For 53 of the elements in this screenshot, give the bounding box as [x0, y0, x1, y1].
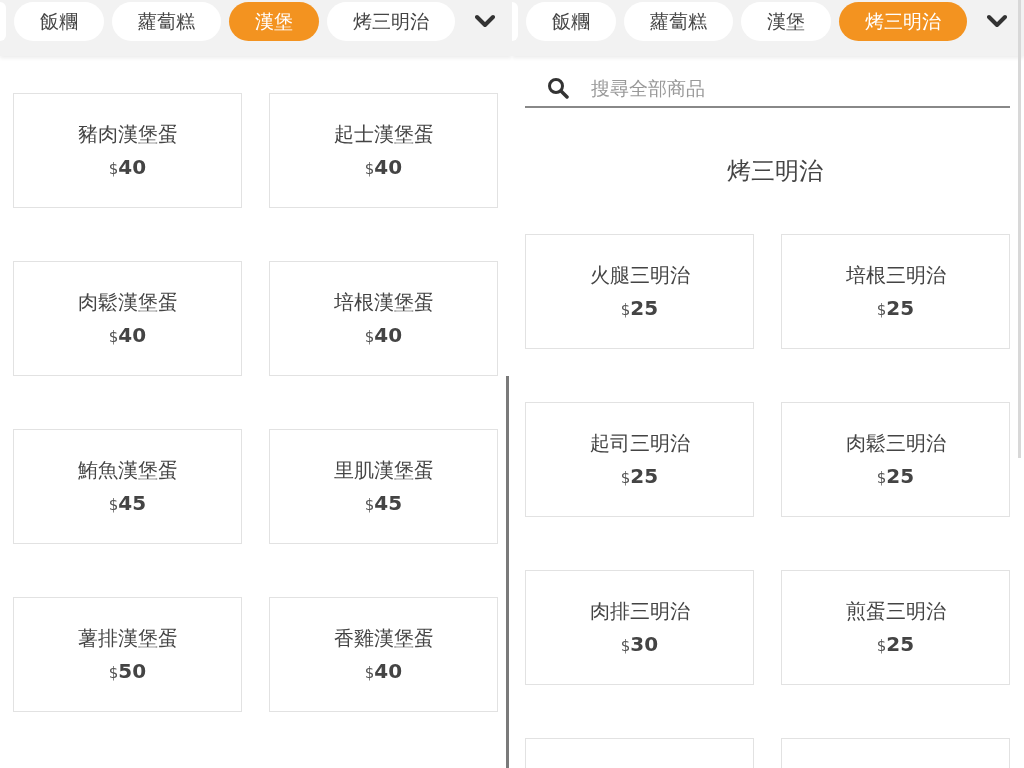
- category-heading: 烤三明治: [725, 156, 824, 186]
- product-price: $40: [364, 659, 403, 685]
- product-name: 培根三明治: [845, 262, 946, 288]
- category-tab[interactable]: 蘿蔔糕: [112, 2, 221, 41]
- product-price: $40: [364, 155, 403, 181]
- product-name: 香雞漢堡蛋: [333, 625, 434, 651]
- product-price: $25: [620, 464, 659, 490]
- product-card[interactable]: 起士漢堡蛋 $40: [269, 93, 498, 208]
- category-tab[interactable]: 烤三明治: [327, 2, 455, 41]
- product-card[interactable]: 培根漢堡蛋 $40: [269, 261, 498, 376]
- product-price: $25: [620, 296, 659, 322]
- product-name: 薯排漢堡蛋: [77, 625, 178, 651]
- product-card[interactable]: 肉排三明治 $30: [525, 570, 754, 685]
- category-tab[interactable]: 蘿蔔糕: [624, 2, 733, 41]
- product-name: 煎蛋三明治: [845, 598, 946, 624]
- product-price: $40: [364, 323, 403, 349]
- product-price: $25: [876, 296, 915, 322]
- product-price: $45: [364, 491, 403, 517]
- product-card[interactable]: 火腿三明治 $25: [525, 234, 754, 349]
- product-price: $40: [108, 323, 147, 349]
- product-price: $25: [876, 464, 915, 490]
- product-card[interactable]: 煎蛋三明治 $25: [781, 570, 1010, 685]
- product-card[interactable]: 肉鬆漢堡蛋 $40: [13, 261, 242, 376]
- product-name: 豬肉漢堡蛋: [77, 121, 178, 147]
- product-name: 起司三明治: [589, 430, 690, 456]
- product-price: $30: [620, 632, 659, 658]
- product-price: $45: [108, 491, 147, 517]
- product-name: 肉鬆漢堡蛋: [77, 289, 178, 315]
- chevron-down-icon[interactable]: [475, 14, 495, 28]
- category-tab[interactable]: 漢堡: [741, 2, 831, 41]
- chevron-down-icon[interactable]: [987, 14, 1007, 28]
- product-name: 起士漢堡蛋: [333, 121, 434, 147]
- product-name: 火腿三明治: [589, 262, 690, 288]
- product-card[interactable]: 培根三明治 $25: [781, 234, 1010, 349]
- product-name: 里肌漢堡蛋: [333, 457, 434, 483]
- product-card[interactable]: 里肌漢堡蛋 $45: [269, 429, 498, 544]
- product-card[interactable]: 起司三明治 $25: [525, 402, 754, 517]
- product-card[interactable]: 肉鬆三明治 $25: [781, 402, 1010, 517]
- product-card[interactable]: 香雞漢堡蛋 $40: [269, 597, 498, 712]
- product-price: $40: [108, 155, 147, 181]
- product-price: $50: [108, 659, 147, 685]
- product-card[interactable]: 鮪魚漢堡蛋 $45: [13, 429, 242, 544]
- product-name: 培根漢堡蛋: [333, 289, 434, 315]
- product-name: 鮪魚漢堡蛋: [77, 457, 178, 483]
- product-price: $25: [876, 632, 915, 658]
- search-field[interactable]: 搜尋全部商品: [589, 76, 1010, 100]
- category-tab[interactable]: 飯糰: [526, 2, 616, 41]
- product-name: 肉鬆三明治: [845, 430, 946, 456]
- category-tab[interactable]: 飯糰: [14, 2, 104, 41]
- product-card[interactable]: 薯排漢堡蛋 $50: [13, 597, 242, 712]
- search-icon: [547, 77, 569, 99]
- product-name: 肉排三明治: [589, 598, 690, 624]
- product-card[interactable]: 豬肉漢堡蛋 $40: [13, 93, 242, 208]
